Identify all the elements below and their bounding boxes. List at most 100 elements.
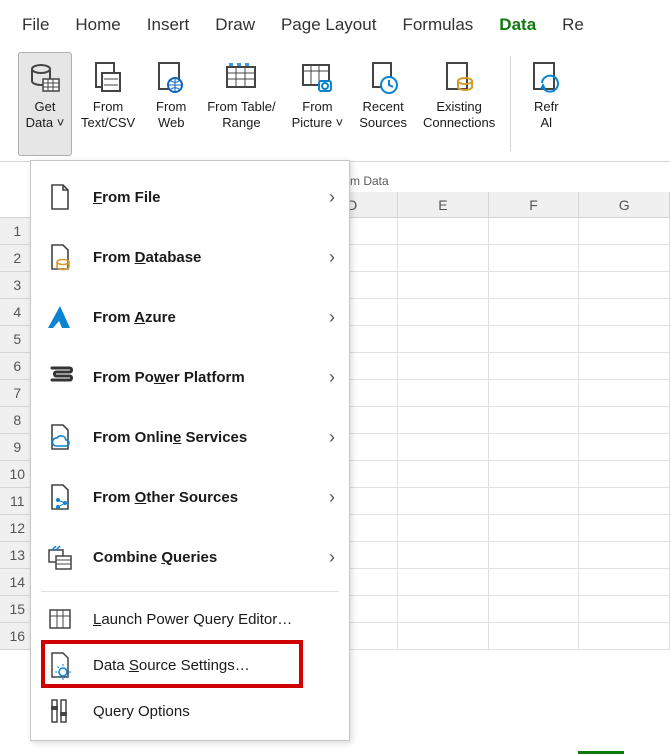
cell[interactable] — [489, 434, 580, 461]
recent-sources-icon — [365, 57, 401, 97]
combine-queries-menu-item[interactable]: Combine Queries › — [31, 527, 349, 587]
cell[interactable] — [489, 353, 580, 380]
cell[interactable] — [398, 434, 489, 461]
cell[interactable] — [398, 272, 489, 299]
ribbon-divider — [510, 56, 511, 151]
cell[interactable] — [579, 542, 670, 569]
from-power-platform-menu-item[interactable]: From Power Platform› — [31, 347, 349, 407]
cell[interactable] — [398, 407, 489, 434]
tab-home[interactable]: Home — [73, 9, 122, 45]
from-file-menu-item[interactable]: From File› — [31, 167, 349, 227]
cell[interactable] — [398, 515, 489, 542]
cell[interactable] — [398, 488, 489, 515]
cell[interactable] — [579, 326, 670, 353]
from-other-sources-menu-item[interactable]: From Other Sources› — [31, 467, 349, 527]
from-web-icon — [153, 57, 189, 97]
tab-draw[interactable]: Draw — [213, 9, 257, 45]
cell[interactable] — [489, 407, 580, 434]
cell[interactable] — [579, 596, 670, 623]
tab-insert[interactable]: Insert — [145, 9, 192, 45]
cell[interactable] — [579, 461, 670, 488]
tab-data[interactable]: Data — [497, 9, 538, 45]
power-icon — [45, 361, 75, 393]
cell[interactable] — [579, 515, 670, 542]
cloud-icon — [45, 421, 75, 453]
cell[interactable] — [579, 299, 670, 326]
existing-connections-button[interactable]: ExistingConnections — [416, 52, 502, 156]
combine-icon — [45, 541, 75, 573]
column-header-f[interactable]: F — [489, 192, 580, 217]
query-options-menu-item[interactable]: Query Options — [31, 688, 349, 734]
chevron-right-icon: › — [329, 187, 335, 208]
cell[interactable] — [579, 245, 670, 272]
chevron-right-icon: › — [329, 247, 335, 268]
cell[interactable] — [398, 353, 489, 380]
cell[interactable] — [579, 488, 670, 515]
refresh-all-button[interactable]: RefrAl — [519, 52, 573, 156]
from-table-range-label: From Table/ — [207, 99, 275, 115]
cell[interactable] — [398, 542, 489, 569]
from-online-services-menu-item[interactable]: From Online Services› — [31, 407, 349, 467]
cell[interactable] — [398, 245, 489, 272]
from-table-range-button[interactable]: From Table/Range — [200, 52, 282, 156]
get-data-menu: From File›From Database›From Azure›From … — [30, 160, 350, 741]
cell[interactable] — [398, 596, 489, 623]
cell[interactable] — [489, 326, 580, 353]
from-picture-button[interactable]: FromPicture ˅ — [285, 52, 351, 156]
cell[interactable] — [579, 434, 670, 461]
from-azure-menu-item[interactable]: From Azure› — [31, 287, 349, 347]
data-source-settings-label: Data Source Settings… — [93, 657, 335, 674]
combine-queries-label: Combine Queries — [93, 549, 311, 566]
cell[interactable] — [398, 461, 489, 488]
cell[interactable] — [398, 569, 489, 596]
cell[interactable] — [489, 623, 580, 650]
cell[interactable] — [579, 407, 670, 434]
chevron-right-icon: › — [329, 547, 335, 568]
tab-page-layout[interactable]: Page Layout — [279, 9, 378, 45]
file-icon — [45, 181, 75, 213]
cell[interactable] — [489, 299, 580, 326]
cell[interactable] — [579, 218, 670, 245]
cell[interactable] — [489, 245, 580, 272]
cell[interactable] — [489, 218, 580, 245]
tab-re[interactable]: Re — [560, 9, 586, 45]
cell[interactable] — [489, 488, 580, 515]
query-options-label: Query Options — [93, 703, 335, 720]
column-header-g[interactable]: G — [579, 192, 670, 217]
cell[interactable] — [398, 380, 489, 407]
from-picture-icon — [299, 57, 335, 97]
recent-sources-button[interactable]: RecentSources — [352, 52, 414, 156]
ribbon-group-label: rm Data — [346, 174, 389, 188]
cell[interactable] — [489, 272, 580, 299]
cell[interactable] — [398, 623, 489, 650]
from-text-csv-button[interactable]: FromText/CSV — [74, 52, 142, 156]
azure-icon — [45, 301, 75, 333]
cell[interactable] — [489, 542, 580, 569]
cell[interactable] — [398, 299, 489, 326]
data-source-settings-menu-item[interactable]: Data Source Settings… — [31, 642, 349, 688]
cell[interactable] — [579, 272, 670, 299]
tabs-bar: File Home Insert Draw Page Layout Formulas Dat… — [0, 0, 670, 46]
cell[interactable] — [398, 218, 489, 245]
get-data-button[interactable]: GetData ˅ — [18, 52, 72, 156]
tab-file[interactable]: File — [20, 9, 51, 45]
ribbon: GetData ˅FromText/CSVFromWebFrom Table/R… — [0, 46, 670, 162]
cell[interactable] — [579, 380, 670, 407]
from-database-menu-item[interactable]: From Database› — [31, 227, 349, 287]
cell[interactable] — [579, 569, 670, 596]
cell[interactable] — [489, 380, 580, 407]
tab-formulas[interactable]: Formulas — [400, 9, 475, 45]
from-web-button[interactable]: FromWeb — [144, 52, 198, 156]
launch-pq-editor-menu-item[interactable]: Launch Power Query Editor… — [31, 596, 349, 642]
cell[interactable] — [489, 461, 580, 488]
cell[interactable] — [579, 623, 670, 650]
recent-sources-label: Recent — [363, 99, 404, 115]
cell[interactable] — [489, 515, 580, 542]
cell[interactable] — [579, 353, 670, 380]
cell[interactable] — [489, 596, 580, 623]
column-header-e[interactable]: E — [398, 192, 489, 217]
cell[interactable] — [398, 326, 489, 353]
cell[interactable] — [489, 569, 580, 596]
existing-connections-icon — [441, 57, 477, 97]
from-azure-label: From Azure — [93, 309, 311, 326]
